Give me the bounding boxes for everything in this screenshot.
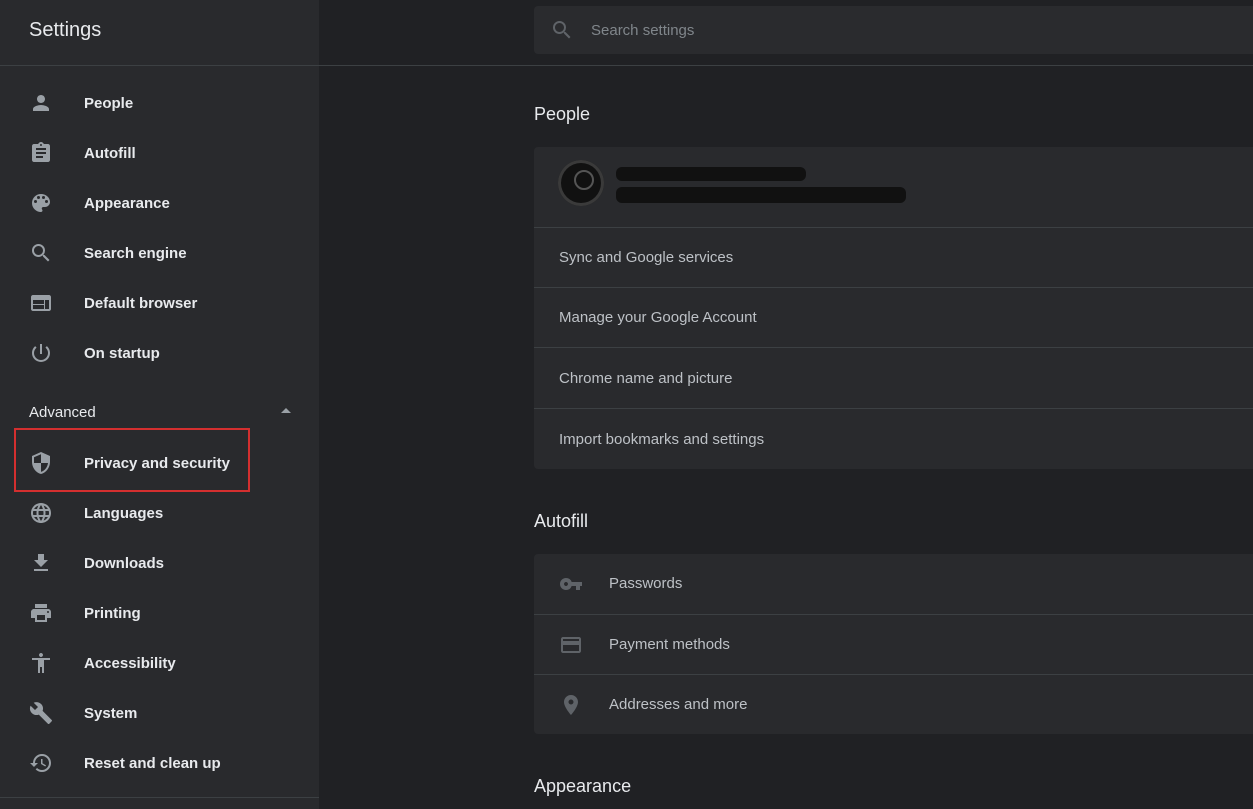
- row-label: Passwords: [609, 575, 683, 592]
- search-icon: [29, 241, 53, 265]
- autofill-card: Passwords Payment methods Addresses and …: [534, 554, 1253, 734]
- row-chrome-name-and-picture[interactable]: Chrome name and picture: [534, 347, 1253, 408]
- redacted-name: [616, 167, 806, 181]
- sidebar-item-privacy-and-security[interactable]: Privacy and security: [0, 438, 319, 488]
- sidebar-item-reset-and-clean-up[interactable]: Reset and clean up: [0, 738, 319, 788]
- people-card: Sync and Google services Manage your Goo…: [534, 147, 1253, 469]
- power-icon: [29, 341, 53, 365]
- accessibility-icon: [29, 651, 53, 675]
- clipboard-icon: [29, 141, 53, 165]
- sidebar-item-label: Languages: [84, 504, 164, 522]
- main-content: People Sync and Google services Manage y…: [319, 67, 1253, 809]
- download-icon: [29, 551, 53, 575]
- key-icon: [559, 572, 583, 596]
- sidebar-item-label: Privacy and security: [84, 454, 230, 472]
- sidebar-item-autofill[interactable]: Autofill: [0, 128, 319, 178]
- page-title: Settings: [29, 19, 102, 41]
- divider: [0, 797, 319, 798]
- credit-card-icon: [559, 633, 583, 657]
- avatar: [558, 160, 604, 206]
- row-label: Payment methods: [609, 636, 730, 653]
- section-title-autofill: Autofill: [534, 511, 589, 531]
- wrench-icon: [29, 701, 53, 725]
- arrow-up-icon: [281, 408, 291, 413]
- advanced-label: Advanced: [29, 404, 96, 421]
- row-label: Import bookmarks and settings: [559, 431, 765, 448]
- row-sync-and-google-services[interactable]: Sync and Google services: [534, 227, 1253, 287]
- redacted-email: [616, 187, 906, 203]
- row-manage-google-account[interactable]: Manage your Google Account: [534, 287, 1253, 347]
- palette-icon: [29, 191, 53, 215]
- sidebar-item-label: Appearance: [84, 194, 170, 212]
- sidebar-item-label: Accessibility: [84, 654, 176, 672]
- history-icon: [29, 751, 53, 775]
- sidebar-item-on-startup[interactable]: On startup: [0, 328, 319, 378]
- section-title-people: People: [534, 104, 591, 124]
- toolbar: [319, 0, 1253, 66]
- profile-row[interactable]: [534, 147, 1253, 227]
- search-input[interactable]: [591, 6, 1231, 54]
- sidebar-item-label: Search engine: [84, 244, 187, 262]
- sidebar-item-label: Reset and clean up: [84, 754, 221, 772]
- row-addresses-and-more[interactable]: Addresses and more: [534, 674, 1253, 734]
- sidebar-item-label: Printing: [84, 604, 141, 622]
- sidebar-item-search-engine[interactable]: Search engine: [0, 228, 319, 278]
- sidebar-item-downloads[interactable]: Downloads: [0, 538, 319, 588]
- sidebar-item-printing[interactable]: Printing: [0, 588, 319, 638]
- globe-icon: [29, 501, 53, 525]
- section-title-appearance: Appearance: [534, 776, 632, 796]
- shield-icon: [29, 451, 53, 475]
- sidebar: Settings People Autofill Appearance Sear…: [0, 0, 319, 809]
- row-label: Addresses and more: [609, 696, 748, 713]
- row-payment-methods[interactable]: Payment methods: [534, 614, 1253, 674]
- sidebar-item-label: Default browser: [84, 294, 198, 312]
- browser-window-icon: [29, 291, 53, 315]
- sidebar-item-system[interactable]: System: [0, 688, 319, 738]
- row-label: Chrome name and picture: [559, 370, 733, 387]
- person-icon: [29, 91, 53, 115]
- sidebar-item-default-browser[interactable]: Default browser: [0, 278, 319, 328]
- search-icon: [550, 18, 574, 42]
- sidebar-item-appearance[interactable]: Appearance: [0, 178, 319, 228]
- sidebar-item-label: Downloads: [84, 554, 165, 572]
- sidebar-item-accessibility[interactable]: Accessibility: [0, 638, 319, 688]
- location-pin-icon: [559, 693, 583, 717]
- sidebar-header: Settings: [0, 0, 319, 66]
- printer-icon: [29, 601, 53, 625]
- row-passwords[interactable]: Passwords: [534, 554, 1253, 614]
- sidebar-item-label: People: [84, 94, 134, 112]
- row-import-bookmarks-and-settings[interactable]: Import bookmarks and settings: [534, 408, 1253, 469]
- sidebar-item-label: Autofill: [84, 144, 136, 162]
- row-label: Sync and Google services: [559, 249, 734, 266]
- advanced-toggle[interactable]: Advanced: [0, 388, 319, 438]
- sidebar-item-label: On startup: [84, 344, 160, 362]
- sidebar-item-people[interactable]: People: [0, 78, 319, 128]
- search-box[interactable]: [534, 6, 1253, 54]
- row-label: Manage your Google Account: [559, 309, 757, 326]
- sidebar-item-label: System: [84, 704, 138, 722]
- sidebar-item-languages[interactable]: Languages: [0, 488, 319, 538]
